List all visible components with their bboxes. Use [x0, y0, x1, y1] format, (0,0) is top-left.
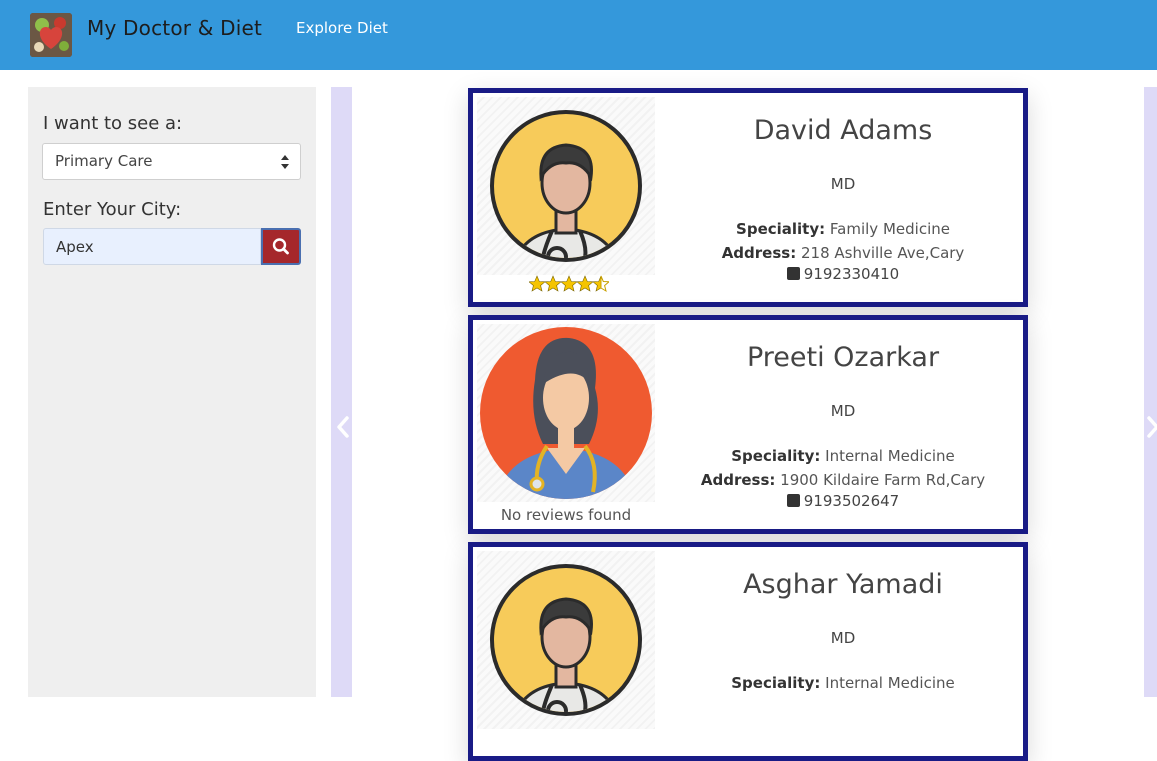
- doctor-degree: MD: [830, 402, 856, 420]
- city-input[interactable]: Apex: [43, 228, 261, 265]
- doctor-photo: [477, 324, 655, 502]
- doctor-degree: MD: [830, 629, 856, 647]
- doctor-address: Address: 1900 Kildaire Farm Rd,Cary: [673, 471, 1013, 489]
- phone-icon: [786, 494, 800, 507]
- phone-value: 9193502647: [803, 492, 900, 510]
- doctor-name[interactable]: Asghar Yamadi: [673, 569, 1013, 600]
- rating-stars-icon: [529, 275, 609, 293]
- phone-icon: [786, 267, 800, 280]
- city-label: Enter Your City:: [43, 199, 182, 220]
- doctor-card[interactable]: No reviews found Preeti Ozarkar MD Speci…: [468, 315, 1028, 534]
- phone-value: 9192330410: [803, 265, 900, 283]
- male-doctor-avatar-icon: [490, 110, 642, 262]
- doctor-speciality: Speciality: Internal Medicine: [673, 447, 1013, 465]
- speciality-label: Speciality:: [731, 674, 821, 692]
- brand-title[interactable]: My Doctor & Diet: [87, 16, 262, 40]
- doctor-name[interactable]: Preeti Ozarkar: [673, 342, 1013, 373]
- specialty-label: I want to see a:: [43, 113, 183, 134]
- doctor-photo: [477, 97, 655, 275]
- carousel-next-icon[interactable]: [1143, 415, 1157, 439]
- nav-link-explore-diet[interactable]: Explore Diet: [296, 19, 388, 37]
- doctor-name[interactable]: David Adams: [673, 115, 1013, 146]
- doctor-speciality: Speciality: Internal Medicine: [673, 674, 1013, 692]
- address-label: Address:: [700, 471, 776, 489]
- carousel-prev-icon[interactable]: [333, 415, 353, 439]
- doctor-phone[interactable]: 9192330410: [673, 265, 1013, 283]
- select-caret-icon: [281, 155, 289, 169]
- speciality-value: Internal Medicine: [825, 674, 955, 692]
- doctor-card[interactable]: David Adams MD Speciality: Family Medici…: [468, 88, 1028, 307]
- male-doctor-avatar-icon: [490, 564, 642, 716]
- brand-logo[interactable]: [30, 13, 72, 57]
- speciality-label: Speciality:: [736, 220, 826, 238]
- doctor-phone[interactable]: 9193502647: [673, 492, 1013, 510]
- doctor-card[interactable]: Asghar Yamadi MD Speciality: Internal Me…: [468, 542, 1028, 761]
- speciality-value: Internal Medicine: [825, 447, 955, 465]
- specialty-select[interactable]: Primary Care: [42, 143, 301, 180]
- address-label: Address:: [721, 244, 797, 262]
- doctor-degree: MD: [830, 175, 856, 193]
- address-value: 218 Ashville Ave,Cary: [800, 244, 965, 262]
- doctor-speciality: Speciality: Family Medicine: [673, 220, 1013, 238]
- specialty-selected-value: Primary Care: [55, 152, 153, 170]
- top-navbar: My Doctor & Diet Explore Diet: [0, 0, 1157, 70]
- doctor-photo: [477, 551, 655, 729]
- address-value: 1900 Kildaire Farm Rd,Cary: [780, 471, 986, 489]
- speciality-value: Family Medicine: [829, 220, 950, 238]
- search-icon: [272, 238, 289, 255]
- doctor-address: Address: 218 Ashville Ave,Cary: [673, 244, 1013, 262]
- search-button[interactable]: [261, 228, 301, 265]
- search-sidebar: I want to see a: Primary Care Enter Your…: [28, 87, 316, 697]
- female-doctor-avatar-icon: [480, 327, 652, 499]
- no-reviews-text: No reviews found: [500, 506, 632, 524]
- speciality-label: Speciality:: [731, 447, 821, 465]
